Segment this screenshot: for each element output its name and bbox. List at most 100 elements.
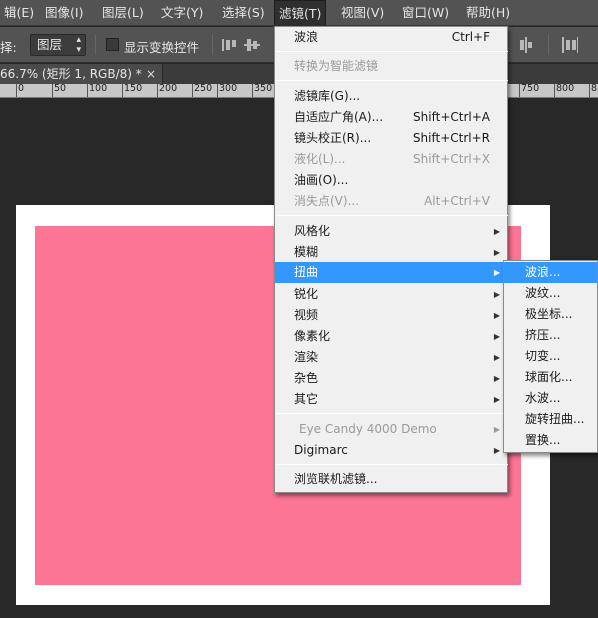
close-icon[interactable]: ×: [146, 64, 156, 84]
menu-item-last-filter[interactable]: 波浪 Ctrl+F: [275, 27, 507, 48]
ruler-tick: [87, 84, 88, 97]
menu-item-other[interactable]: 其它 ▶: [275, 389, 507, 410]
ruler-label: 100: [89, 84, 108, 94]
menu-item-label: 杂色: [294, 371, 319, 385]
menu-item-noise[interactable]: 杂色 ▶: [275, 368, 507, 389]
distribute-spacing-icon[interactable]: [562, 37, 578, 53]
show-transform-checkbox[interactable]: [106, 38, 119, 51]
ruler-tick: [519, 84, 520, 97]
ruler-tick: [554, 84, 555, 97]
ruler-label: 250: [194, 84, 213, 94]
submenu-arrow-icon: ▶: [493, 290, 500, 299]
submenu-item-zigzag[interactable]: 水波...: [504, 388, 597, 409]
menu-item-shortcut: Alt+Ctrl+V: [424, 194, 490, 208]
submenu-arrow-icon: ▶: [493, 425, 500, 434]
menu-item-label: 浏览联机滤镜...: [294, 472, 378, 486]
menu-item-label: 极坐标...: [525, 307, 573, 321]
toolbar-divider: [548, 35, 549, 55]
menu-item-stylize[interactable]: 风格化 ▶: [275, 221, 507, 242]
menu-item-digimarc[interactable]: Digimarc ▶: [275, 440, 507, 461]
ruler-label: 750: [521, 84, 540, 94]
menu-item-liquify: 液化(L)... Shift+Ctrl+X: [275, 149, 507, 170]
distort-submenu: 波浪... 波纹... 极坐标... 挤压... 切变... 球面化... 水波…: [503, 260, 598, 453]
menu-filter[interactable]: 滤镜(T): [274, 0, 327, 26]
menu-item-blur[interactable]: 模糊 ▶: [275, 242, 507, 263]
submenu-item-displace[interactable]: 置换...: [504, 430, 597, 451]
menu-item-browse-online[interactable]: 浏览联机滤镜...: [275, 469, 507, 490]
ruler-tick: [217, 84, 218, 97]
menu-item-render[interactable]: 渲染 ▶: [275, 347, 507, 368]
menu-item-shortcut: Shift+Ctrl+X: [413, 152, 490, 166]
toolbar-divider: [212, 35, 213, 55]
menu-select[interactable]: 选择(S): [218, 0, 269, 26]
submenu-item-shear[interactable]: 切变...: [504, 346, 597, 367]
layer-select[interactable]: 图层 ▴ ▾: [30, 34, 86, 56]
menu-item-label: 其它: [294, 392, 319, 406]
layer-select-value: 图层: [37, 37, 63, 52]
submenu-item-polar-coordinates[interactable]: 极坐标...: [504, 304, 597, 325]
ruler-tick: [122, 84, 123, 97]
menu-item-label: 渲染: [294, 350, 319, 364]
menu-item-label: 转换为智能滤镜: [294, 59, 379, 73]
menu-item-smart-filter: 转换为智能滤镜: [275, 56, 507, 77]
menu-item-label: 风格化: [294, 224, 331, 238]
menu-item-label: Eye Candy 4000 Demo: [299, 422, 437, 436]
menu-item-eye-candy: Eye Candy 4000 Demo ▶: [275, 419, 507, 440]
ruler-tick: [52, 84, 53, 97]
menu-item-label: 扭曲: [294, 265, 319, 279]
menu-item-label: 自适应广角(A)...: [294, 110, 384, 124]
submenu-arrow-icon: ▶: [493, 374, 500, 383]
align-vcenter-icon[interactable]: [244, 37, 260, 53]
submenu-item-wave[interactable]: 波浪...: [504, 262, 597, 283]
menu-item-adaptive-wide-angle[interactable]: 自适应广角(A)... Shift+Ctrl+A: [275, 107, 507, 128]
menu-item-label: 像素化: [294, 329, 331, 343]
submenu-item-twirl[interactable]: 旋转扭曲...: [504, 409, 597, 430]
ruler-label: 800: [556, 84, 575, 94]
ruler-label: 200: [159, 84, 178, 94]
menu-item-label: 波浪...: [525, 265, 561, 279]
menu-item-label: 锐化: [294, 287, 319, 301]
ruler-label: 350: [254, 84, 273, 94]
submenu-item-spherize[interactable]: 球面化...: [504, 367, 597, 388]
menu-window[interactable]: 窗口(W): [398, 0, 453, 26]
menu-item-oil-paint[interactable]: 油画(O)...: [275, 170, 507, 191]
menu-item-shortcut: Ctrl+F: [451, 30, 490, 44]
menu-divider: [276, 464, 508, 465]
submenu-arrow-icon: ▶: [493, 268, 500, 277]
submenu-arrow-icon: ▶: [493, 332, 500, 341]
menu-type[interactable]: 文字(Y): [157, 0, 207, 26]
align-top-icon[interactable]: [222, 37, 238, 53]
auto-select-label: 择:: [0, 40, 17, 55]
menu-item-pixelate[interactable]: 像素化 ▶: [275, 326, 507, 347]
menu-item-shortcut: Shift+Ctrl+A: [413, 110, 490, 124]
submenu-item-ripple[interactable]: 波纹...: [504, 283, 597, 304]
distribute-hcenter-icon[interactable]: [518, 37, 534, 53]
ruler-tick: [16, 84, 17, 97]
menu-item-sharpen[interactable]: 锐化 ▶: [275, 284, 507, 305]
menu-item-distort[interactable]: 扭曲 ▶: [275, 262, 507, 283]
ruler-label: 850: [591, 84, 598, 94]
menu-item-filter-gallery[interactable]: 滤镜库(G)...: [275, 86, 507, 107]
menu-item-lens-correction[interactable]: 镜头校正(R)... Shift+Ctrl+R: [275, 128, 507, 149]
menu-item-label: 视频: [294, 308, 319, 322]
menu-divider: [276, 215, 508, 216]
submenu-arrow-icon: ▶: [493, 227, 500, 236]
submenu-item-pinch[interactable]: 挤压...: [504, 325, 597, 346]
menu-divider: [276, 413, 508, 414]
menu-item-label: 水波...: [525, 391, 561, 405]
menu-layer[interactable]: 图层(L): [98, 0, 148, 26]
filter-menu: 波浪 Ctrl+F 转换为智能滤镜 滤镜库(G)... 自适应广角(A)... …: [274, 26, 508, 493]
show-transform-label: 显示变换控件: [124, 40, 200, 55]
menu-item-label: 液化(L)...: [294, 152, 346, 166]
document-tab[interactable]: 66.7% (矩形 1, RGB/8) * ×: [0, 64, 163, 84]
menu-edit[interactable]: 辑(E): [0, 0, 38, 26]
menu-help[interactable]: 帮助(H): [462, 0, 514, 26]
toolbar-divider: [95, 35, 96, 55]
menu-image[interactable]: 图像(I): [41, 0, 87, 26]
menu-item-label: 波纹...: [525, 286, 561, 300]
menu-item-label: 油画(O)...: [294, 173, 349, 187]
menu-view[interactable]: 视图(V): [337, 0, 388, 26]
menu-item-shortcut: Shift+Ctrl+R: [412, 131, 490, 145]
menu-item-video[interactable]: 视频 ▶: [275, 305, 507, 326]
submenu-arrow-icon: ▶: [493, 446, 500, 455]
